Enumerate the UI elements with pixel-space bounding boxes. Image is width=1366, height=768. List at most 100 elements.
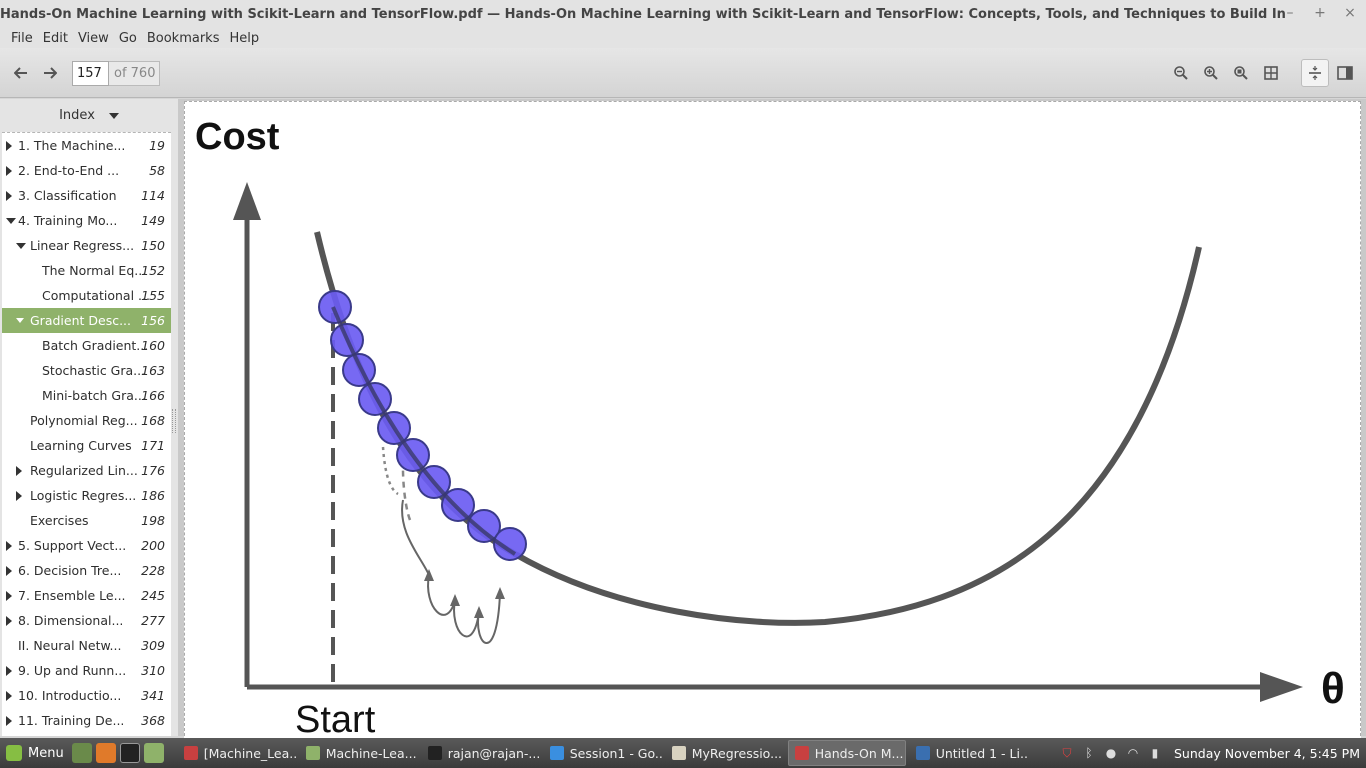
- expander-collapsed-icon[interactable]: [16, 490, 22, 501]
- index-item-label: 2. End-to-End ...: [18, 163, 120, 178]
- start-label: Start: [295, 699, 376, 741]
- bluetooth-icon[interactable]: ᛒ: [1082, 746, 1096, 760]
- menu-view[interactable]: View: [73, 31, 114, 46]
- expander-collapsed-icon[interactable]: [6, 165, 12, 176]
- taskbar-window-button[interactable]: [Machine_Lea...: [178, 740, 296, 766]
- expander-collapsed-icon[interactable]: [6, 190, 12, 201]
- index-item[interactable]: Gradient Desc... 156: [2, 308, 171, 333]
- index-item[interactable]: Linear Regress... 150: [2, 233, 171, 258]
- document-view[interactable]: Cost θ Start: [178, 99, 1366, 741]
- index-item-label: Linear Regress...: [30, 238, 135, 253]
- taskbar-window-button[interactable]: MyRegressio...: [666, 740, 784, 766]
- index-item[interactable]: Regularized Lin... 176: [2, 458, 171, 483]
- index-item[interactable]: 7. Ensemble Le... 245: [2, 583, 171, 608]
- index-item[interactable]: 8. Dimensional... 277: [2, 608, 171, 633]
- taskbar-window-button[interactable]: rajan@rajan-...: [422, 740, 540, 766]
- index-item[interactable]: 2. End-to-End ... 58: [2, 158, 171, 183]
- menu-file[interactable]: File: [6, 31, 38, 46]
- index-item[interactable]: Mini-batch Gra... 166: [2, 383, 171, 408]
- index-item[interactable]: Computational ... 155: [2, 283, 171, 308]
- index-item[interactable]: 6. Decision Tre... 228: [2, 558, 171, 583]
- expander-collapsed-icon[interactable]: [6, 715, 12, 726]
- taskbar-window-button[interactable]: Hands-On M...: [787, 740, 906, 766]
- show-desktop-icon[interactable]: [71, 743, 92, 763]
- index-item-label: 1. The Machine...: [18, 138, 126, 153]
- index-item[interactable]: Logistic Regres... 186: [2, 483, 171, 508]
- libreoffice-icon: [915, 746, 930, 760]
- back-arrow-icon: [14, 67, 27, 79]
- taskbar-window-button[interactable]: Untitled 1 - Li...: [910, 740, 1028, 766]
- expander-collapsed-icon[interactable]: [6, 590, 12, 601]
- theta-axis-label: θ: [1321, 664, 1345, 713]
- sidebar-mode-dropdown[interactable]: Index: [0, 99, 178, 132]
- expander-expanded-icon[interactable]: [16, 242, 26, 249]
- index-item[interactable]: Exercises 198: [2, 508, 171, 533]
- files-launcher-icon[interactable]: [143, 743, 164, 763]
- index-item[interactable]: Polynomial Reg... 168: [2, 408, 171, 433]
- menu-bookmarks[interactable]: Bookmarks: [142, 31, 225, 46]
- menu-help[interactable]: Help: [224, 31, 264, 46]
- zoom-fit-button[interactable]: [1230, 62, 1252, 84]
- continuous-view-button[interactable]: [1301, 59, 1329, 87]
- minimize-button[interactable]: –: [1282, 5, 1298, 21]
- zoom-fit-icon: [1234, 66, 1248, 80]
- index-item-page: 155: [141, 288, 165, 303]
- firefox-icon[interactable]: [95, 743, 116, 763]
- expander-expanded-icon[interactable]: [16, 318, 24, 323]
- index-item-page: 368: [141, 713, 165, 728]
- zoom-out-button[interactable]: [1170, 62, 1192, 84]
- menu-edit[interactable]: Edit: [38, 31, 73, 46]
- user-icon[interactable]: ●: [1104, 746, 1118, 760]
- expander-collapsed-icon[interactable]: [6, 615, 12, 626]
- index-item[interactable]: 5. Support Vect... 200: [2, 533, 171, 558]
- index-item[interactable]: 3. Classification 114: [2, 183, 171, 208]
- index-item[interactable]: 9. Up and Runn... 310: [2, 658, 171, 683]
- start-menu-button[interactable]: Menu: [0, 738, 70, 768]
- index-item-label: Computational ...: [42, 288, 150, 303]
- pdf-viewer-icon: [183, 746, 198, 760]
- index-item[interactable]: 10. Introductio... 341: [2, 683, 171, 708]
- close-button[interactable]: ×: [1342, 5, 1358, 21]
- taskbar-window-button[interactable]: Session1 - Go...: [544, 740, 662, 766]
- continuous-view-icon: [1309, 66, 1321, 80]
- pdf-page: Cost θ Start: [184, 101, 1361, 741]
- index-item[interactable]: 11. Training De... 368: [2, 708, 171, 733]
- terminal-launcher-icon[interactable]: [119, 743, 140, 763]
- index-item-label: Batch Gradient...: [42, 338, 149, 353]
- system-tray: ⛉ ᛒ ● ◠ ▮ Sunday November 4, 5:45 PM: [1060, 738, 1366, 768]
- index-item-label: 10. Introductio...: [18, 688, 122, 703]
- best-fit-button[interactable]: [1260, 62, 1282, 84]
- menu-go[interactable]: Go: [114, 31, 142, 46]
- expander-collapsed-icon[interactable]: [6, 690, 12, 701]
- index-item[interactable]: 4. Training Mo... 149: [2, 208, 171, 233]
- index-item-label: 5. Support Vect...: [18, 538, 127, 553]
- expander-collapsed-icon[interactable]: [6, 140, 12, 151]
- sidebar-resize-handle[interactable]: [172, 409, 176, 433]
- expander-collapsed-icon[interactable]: [6, 565, 12, 576]
- expander-collapsed-icon[interactable]: [6, 540, 12, 551]
- expander-collapsed-icon[interactable]: [6, 665, 12, 676]
- zoom-in-button[interactable]: [1200, 62, 1222, 84]
- taskbar-window-button[interactable]: Machine-Lea...: [300, 740, 418, 766]
- dotted-step-arrow: [381, 446, 399, 496]
- index-item[interactable]: Stochastic Gra... 163: [2, 358, 171, 383]
- forward-button[interactable]: [39, 62, 61, 84]
- index-item[interactable]: Batch Gradient... 160: [2, 333, 171, 358]
- clock[interactable]: Sunday November 4, 5:45 PM: [1174, 746, 1360, 761]
- index-item[interactable]: The Normal Eq... 152: [2, 258, 171, 283]
- page-number-input[interactable]: [72, 61, 109, 86]
- expander-expanded-icon[interactable]: [6, 217, 16, 224]
- index-item[interactable]: II. Neural Netw... 309: [2, 633, 171, 658]
- dual-page-button[interactable]: [1334, 62, 1356, 84]
- maximize-button[interactable]: +: [1312, 5, 1328, 21]
- wifi-icon[interactable]: ◠: [1126, 746, 1140, 760]
- shield-icon[interactable]: ⛉: [1060, 746, 1074, 760]
- battery-icon[interactable]: ▮: [1148, 746, 1162, 760]
- index-item[interactable]: 1. The Machine... 19: [2, 133, 171, 158]
- index-item[interactable]: Learning Curves 171: [2, 433, 171, 458]
- back-button[interactable]: [10, 62, 32, 84]
- index-item-page: 198: [141, 513, 165, 528]
- expander-collapsed-icon[interactable]: [16, 465, 22, 476]
- index-item-page: 163: [141, 363, 165, 378]
- chrome-icon: [549, 746, 564, 760]
